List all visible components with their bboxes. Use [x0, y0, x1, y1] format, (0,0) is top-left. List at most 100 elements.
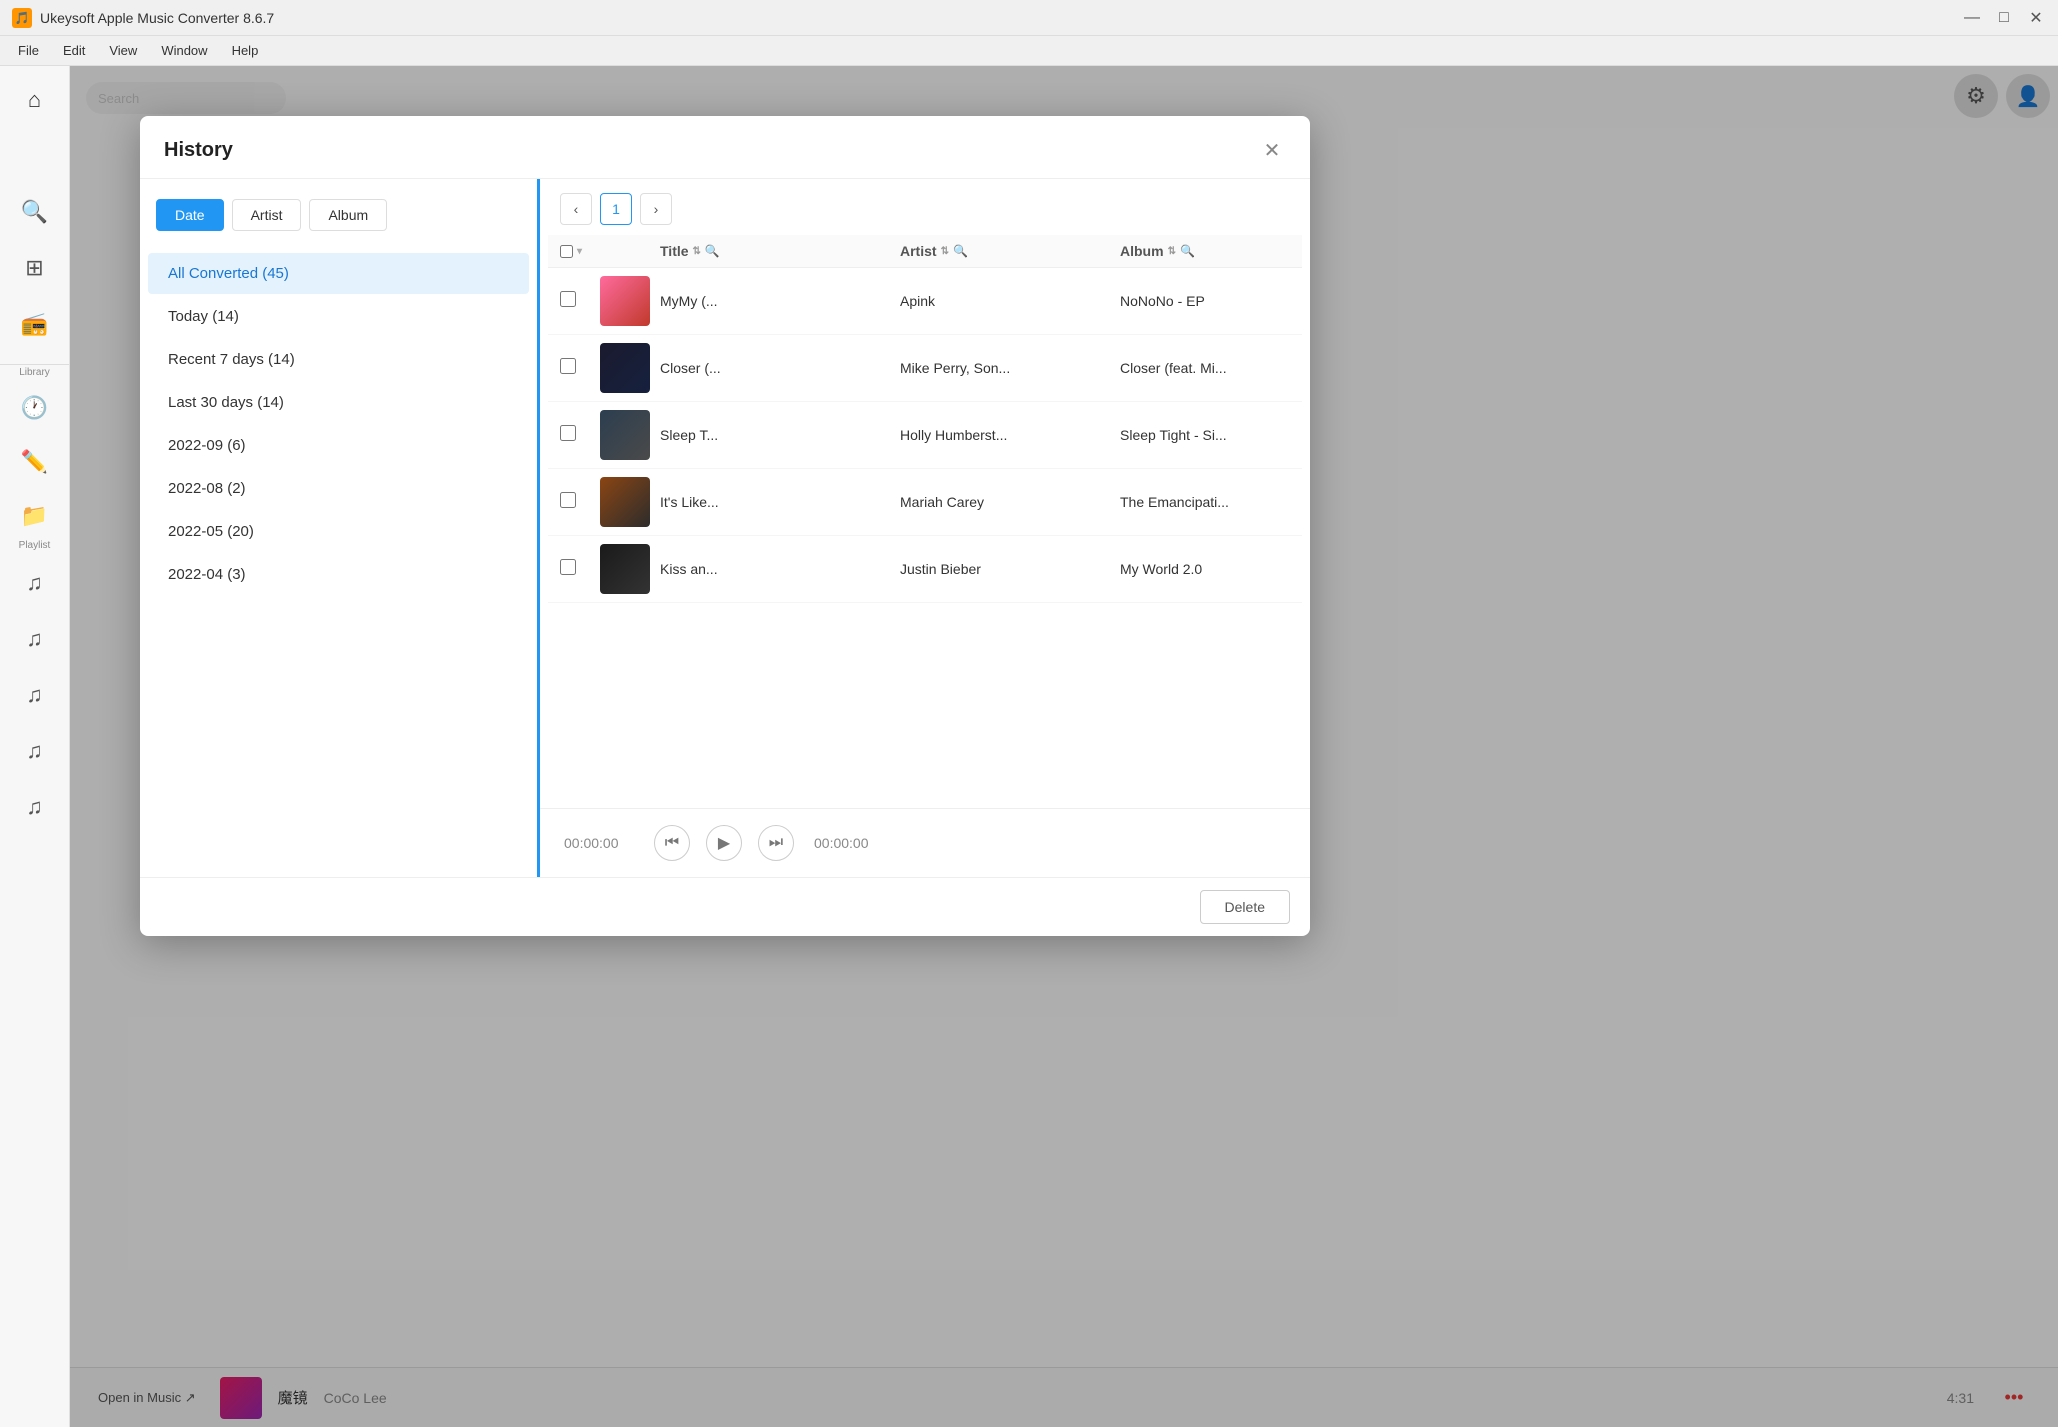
library-label: Library: [19, 367, 50, 378]
history-modal: History ✕ Date Artist Album: [140, 116, 1310, 936]
player-time-start: 00:00:00: [564, 835, 634, 851]
sidebar-playlist-4[interactable]: ♫: [11, 727, 59, 775]
table-row: Sleep T... Holly Humberst... Sleep Tight…: [548, 402, 1302, 469]
sidebar-recent-button[interactable]: 🕐: [11, 384, 59, 432]
row-2-checkbox[interactable]: [560, 425, 576, 441]
sidebar-search-button[interactable]: 🔍: [11, 188, 59, 236]
category-2022-09[interactable]: 2022-09 (6): [148, 425, 529, 466]
category-list: All Converted (45) Today (14) Recent 7 d…: [140, 253, 537, 595]
row-4-title: Kiss an...: [660, 561, 900, 577]
row-2-album-art: [600, 410, 650, 460]
playlists-label: Playlist: [19, 540, 51, 551]
right-panel: ‹ 1 › ▾: [540, 179, 1310, 877]
filter-album-tab[interactable]: Album: [309, 199, 387, 231]
window-controls: — □ ✕: [1962, 8, 2046, 28]
sidebar-grid-button[interactable]: ⊞: [11, 244, 59, 292]
menu-edit[interactable]: Edit: [53, 39, 95, 62]
album-search-icon[interactable]: 🔍: [1180, 244, 1195, 258]
title-col-label: Title: [660, 243, 689, 259]
row-4-checkbox-cell: [560, 559, 600, 580]
album-col-label: Album: [1120, 243, 1164, 259]
menu-help[interactable]: Help: [222, 39, 269, 62]
row-0-album-art: [600, 276, 650, 326]
row-1-checkbox[interactable]: [560, 358, 576, 374]
maximize-button[interactable]: □: [1994, 8, 2014, 28]
row-3-artist: Mariah Carey: [900, 494, 1120, 510]
row-4-album-art: [600, 544, 650, 594]
category-2022-04[interactable]: 2022-04 (3): [148, 554, 529, 595]
modal-title: History: [164, 139, 233, 162]
row-1-title: Closer (...: [660, 360, 900, 376]
sidebar-radio-button[interactable]: 📻: [11, 300, 59, 348]
row-3-title: It's Like...: [660, 494, 900, 510]
player-controls: ⏮ ▶ ⏭: [654, 825, 794, 861]
filter-date-tab[interactable]: Date: [156, 199, 224, 231]
row-1-checkbox-cell: [560, 358, 600, 379]
album-sort-icon[interactable]: ⇅: [1168, 246, 1176, 257]
sidebar-playlist-1[interactable]: ♫: [11, 559, 59, 607]
artist-sort-icon[interactable]: ⇅: [941, 246, 949, 257]
th-checkbox: ▾: [560, 245, 600, 258]
app-title: Ukeysoft Apple Music Converter 8.6.7: [40, 10, 1962, 26]
pagination-bar: ‹ 1 ›: [540, 179, 1310, 235]
artist-search-icon[interactable]: 🔍: [953, 244, 968, 258]
menu-file[interactable]: File: [8, 39, 49, 62]
row-1-album-art: [600, 343, 650, 393]
category-recent-7days[interactable]: Recent 7 days (14): [148, 339, 529, 380]
pagination-page-1[interactable]: 1: [600, 193, 632, 225]
row-4-album: My World 2.0: [1120, 561, 1310, 577]
filter-artist-tab[interactable]: Artist: [232, 199, 302, 231]
pagination-prev[interactable]: ‹: [560, 193, 592, 225]
player-next-button[interactable]: ⏭: [758, 825, 794, 861]
sidebar-folder-button[interactable]: 📁: [11, 492, 59, 540]
th-album: Album ⇅ 🔍: [1120, 243, 1310, 259]
row-4-checkbox[interactable]: [560, 559, 576, 575]
row-2-album: Sleep Tight - Si...: [1120, 427, 1310, 443]
row-2-title: Sleep T...: [660, 427, 900, 443]
category-all-converted[interactable]: All Converted (45): [148, 253, 529, 294]
row-3-album: The Emancipati...: [1120, 494, 1310, 510]
category-last-30days[interactable]: Last 30 days (14): [148, 382, 529, 423]
sidebar-apple-button[interactable]: [11, 132, 59, 180]
sidebar-home-button[interactable]: ⌂: [11, 76, 59, 124]
table-row: Kiss an... Justin Bieber My World 2.0 00…: [548, 536, 1302, 603]
sidebar-playlist-3[interactable]: ♫: [11, 671, 59, 719]
minimize-button[interactable]: —: [1962, 8, 1982, 28]
select-all-checkbox[interactable]: [560, 245, 573, 258]
header-dropdown-arrow[interactable]: ▾: [577, 246, 582, 257]
player-play-button[interactable]: ▶: [706, 825, 742, 861]
row-3-album-art: [600, 477, 650, 527]
close-window-button[interactable]: ✕: [2026, 8, 2046, 28]
row-1-artist: Mike Perry, Son...: [900, 360, 1120, 376]
row-3-checkbox[interactable]: [560, 492, 576, 508]
song-table: ▾ Title ⇅ 🔍 Artist ⇅: [540, 235, 1310, 808]
row-1-album: Closer (feat. Mi...: [1120, 360, 1310, 376]
row-2-artist: Holly Humberst...: [900, 427, 1120, 443]
modal-header: History ✕: [140, 116, 1310, 179]
th-artist: Artist ⇅ 🔍: [900, 243, 1120, 259]
title-bar: 🎵 Ukeysoft Apple Music Converter 8.6.7 —…: [0, 0, 2058, 36]
table-row: Closer (... Mike Perry, Son... Closer (f…: [548, 335, 1302, 402]
menu-view[interactable]: View: [99, 39, 147, 62]
pagination-next[interactable]: ›: [640, 193, 672, 225]
sidebar-pencil-button[interactable]: ✏️: [11, 438, 59, 486]
sidebar-playlist-5[interactable]: ♫: [11, 783, 59, 831]
row-0-title: MyMy (...: [660, 293, 900, 309]
row-0-checkbox[interactable]: [560, 291, 576, 307]
title-sort-icon[interactable]: ⇅: [693, 246, 701, 257]
th-title: Title ⇅ 🔍: [660, 243, 900, 259]
left-panel: Date Artist Album All Converted (45) Tod…: [140, 179, 540, 877]
category-2022-05[interactable]: 2022-05 (20): [148, 511, 529, 552]
category-today[interactable]: Today (14): [148, 296, 529, 337]
sidebar-playlist-2[interactable]: ♫: [11, 615, 59, 663]
category-2022-08[interactable]: 2022-08 (2): [148, 468, 529, 509]
player-time-end: 00:00:00: [814, 835, 884, 851]
title-search-icon[interactable]: 🔍: [705, 244, 720, 258]
player-prev-button[interactable]: ⏮: [654, 825, 690, 861]
menu-window[interactable]: Window: [151, 39, 217, 62]
icon-sidebar: ⌂ 🔍 ⊞ 📻 Library 🕐 ✏️ 📁 Playlist ♫ ♫ ♫ ♫ …: [0, 66, 70, 1427]
delete-button[interactable]: Delete: [1200, 890, 1290, 924]
modal-close-button[interactable]: ✕: [1258, 136, 1286, 164]
modal-footer: Delete: [140, 877, 1310, 936]
menu-bar: File Edit View Window Help: [0, 36, 2058, 66]
